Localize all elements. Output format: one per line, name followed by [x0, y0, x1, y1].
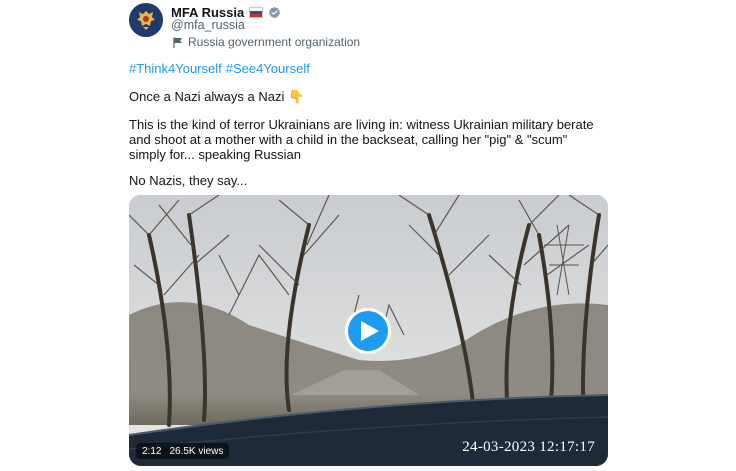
affiliation-text: Russia government organization — [188, 35, 361, 49]
play-icon — [361, 321, 379, 341]
avatar[interactable] — [129, 3, 163, 37]
verified-badge-icon — [269, 6, 281, 18]
tweet-paragraph: No Nazis, they say... — [129, 173, 248, 188]
video-views: 26.5K views — [169, 445, 224, 457]
hashtag-link[interactable]: #See4Yourself — [226, 61, 310, 76]
tweet-paragraph: This is the kind of terror Ukrainians ar… — [129, 117, 594, 162]
tweet-paragraph-text: Once a Nazi always a Nazi — [129, 89, 285, 104]
russia-flag-icon — [249, 6, 264, 18]
pointing-down-emoji-icon: 👇 — [288, 89, 305, 104]
hashtag-line: #Think4Yourself #See4Yourself — [129, 61, 599, 76]
video-duration: 2:12 — [142, 445, 162, 457]
affiliation-label: Russia government organization — [173, 35, 360, 49]
tweet-paragraph: Once a Nazi always a Nazi 👇 — [129, 89, 305, 104]
author-handle[interactable]: @mfa_russia — [171, 18, 245, 32]
video-player[interactable]: 2:12 26.5K views 24-03-2023 12:17:17 — [129, 195, 608, 466]
video-meta: 2:12 26.5K views — [136, 443, 230, 459]
tweet-page: MFA Russia @mfa_russia Russia government… — [0, 0, 736, 471]
hashtag-link[interactable]: #Think4Yourself — [129, 61, 222, 76]
flag-label-icon — [173, 37, 182, 48]
tweet-text: #Think4Yourself #See4Yourself Once a Nazi… — [129, 61, 599, 188]
coat-of-arms-icon — [129, 3, 163, 37]
play-button[interactable] — [345, 308, 391, 354]
video-timestamp-overlay: 24-03-2023 12:17:17 — [462, 439, 595, 455]
